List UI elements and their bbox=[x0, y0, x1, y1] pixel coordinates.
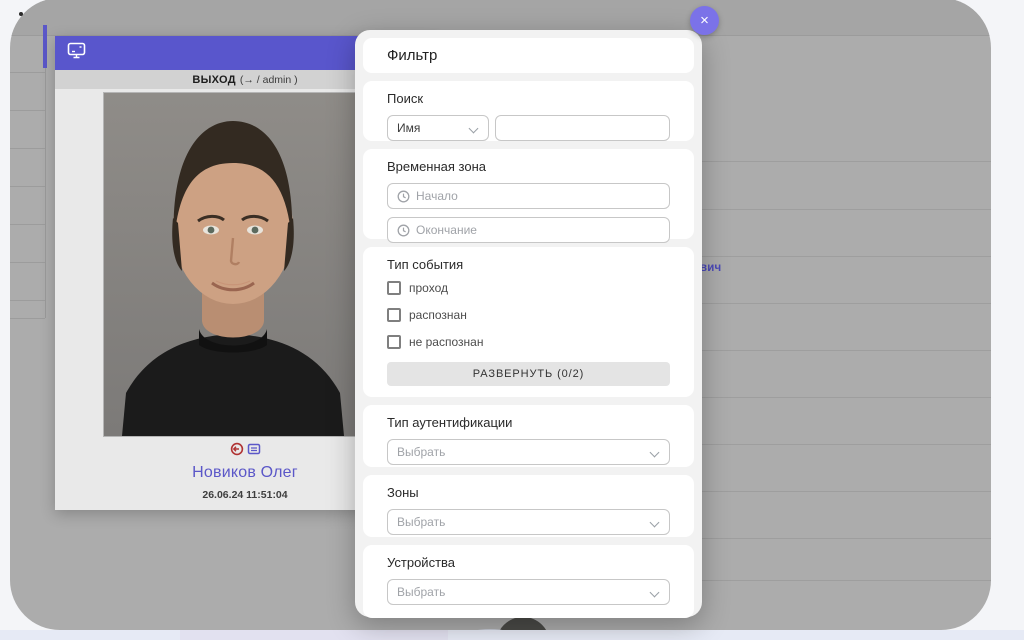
devices-select[interactable]: Выбрать bbox=[387, 579, 670, 605]
table-row-divider bbox=[686, 161, 991, 162]
time-start-input[interactable]: Начало bbox=[387, 183, 670, 209]
event-type-section: Тип события проход распознан не распозна… bbox=[363, 247, 694, 397]
table-row-divider bbox=[686, 256, 991, 257]
close-button[interactable]: × bbox=[690, 6, 719, 35]
table-row-divider bbox=[10, 262, 45, 263]
page-bottom-strip-accent bbox=[180, 630, 448, 640]
table-row-divider bbox=[10, 300, 45, 301]
time-start-placeholder: Начало bbox=[416, 189, 458, 203]
event-type-label: Тип события bbox=[387, 257, 670, 272]
chevron-down-icon bbox=[650, 448, 660, 458]
table-row-divider bbox=[686, 580, 991, 581]
zones-placeholder: Выбрать bbox=[397, 515, 445, 529]
auth-type-section: Тип аутентификации Выбрать bbox=[363, 405, 694, 467]
selected-row-indicator bbox=[43, 25, 47, 68]
table-row-divider bbox=[686, 303, 991, 304]
table-row-divider bbox=[686, 444, 991, 445]
auth-type-select[interactable]: Выбрать bbox=[387, 439, 670, 465]
table-row-divider bbox=[686, 491, 991, 492]
table-row-divider bbox=[10, 224, 45, 225]
table-column-divider bbox=[45, 36, 46, 318]
devices-label: Устройства bbox=[387, 555, 670, 570]
filter-title-card: Фильтр bbox=[363, 38, 694, 73]
table-person-link-clipped[interactable]: вич bbox=[700, 262, 721, 274]
search-field-select[interactable]: Имя bbox=[387, 115, 489, 141]
devices-placeholder: Выбрать bbox=[397, 585, 445, 599]
checkbox-recognized[interactable] bbox=[387, 308, 401, 322]
time-end-input[interactable]: Окончание bbox=[387, 217, 670, 243]
table-row-divider bbox=[686, 209, 991, 210]
table-row-divider bbox=[10, 186, 45, 187]
filter-title: Фильтр bbox=[387, 47, 670, 64]
timezone-label: Временная зона bbox=[387, 159, 670, 174]
search-query-input[interactable] bbox=[495, 115, 670, 141]
page-bottom-strip bbox=[0, 630, 1024, 640]
chevron-down-icon bbox=[469, 124, 479, 134]
cursor-dot bbox=[19, 12, 23, 16]
exit-event-icon[interactable] bbox=[230, 442, 244, 456]
table-avatar bbox=[496, 617, 550, 630]
chevron-down-icon bbox=[650, 588, 660, 598]
zones-select[interactable]: Выбрать bbox=[387, 509, 670, 535]
timezone-section: Временная зона Начало bbox=[363, 149, 694, 239]
event-direction-label: ВЫХОД bbox=[192, 74, 236, 86]
table-row-divider bbox=[10, 318, 45, 319]
auth-type-label: Тип аутентификации bbox=[387, 415, 670, 430]
checkbox-not-recognized[interactable] bbox=[387, 335, 401, 349]
zones-label: Зоны bbox=[387, 485, 670, 500]
clock-icon bbox=[397, 190, 410, 203]
person-photo bbox=[103, 92, 363, 437]
page: вич ВЫХОД (→ / admin ) bbox=[0, 0, 1024, 640]
table-row-divider bbox=[686, 397, 991, 398]
table-row-divider bbox=[10, 148, 45, 149]
time-end-placeholder: Окончание bbox=[416, 223, 477, 237]
search-field-value: Имя bbox=[397, 121, 420, 135]
table-row-divider bbox=[10, 110, 45, 111]
expand-button[interactable]: РАЗВЕРНУТЬ (0/2) bbox=[387, 362, 670, 386]
close-icon: × bbox=[700, 12, 709, 29]
table-row-divider bbox=[686, 538, 991, 539]
devices-section: Устройства Выбрать bbox=[363, 545, 694, 618]
chevron-down-icon bbox=[650, 518, 660, 528]
table-row-divider bbox=[686, 350, 991, 351]
checkbox-not-recognized-label: не распознан bbox=[409, 335, 483, 349]
search-section: Поиск Имя bbox=[363, 81, 694, 141]
checkbox-pass-label: проход bbox=[409, 281, 448, 295]
auth-type-placeholder: Выбрать bbox=[397, 445, 445, 459]
filter-modal: Фильтр Поиск Имя Временная зона bbox=[355, 30, 702, 617]
event-direction-detail: (→ / admin ) bbox=[240, 74, 298, 86]
display-icon bbox=[67, 42, 86, 64]
search-label: Поиск bbox=[387, 91, 670, 106]
checkbox-recognized-label: распознан bbox=[409, 308, 467, 322]
clock-icon bbox=[397, 224, 410, 237]
event-card-icon[interactable] bbox=[247, 442, 261, 456]
table-row-divider bbox=[10, 72, 45, 73]
zones-section: Зоны Выбрать bbox=[363, 475, 694, 537]
checkbox-pass[interactable] bbox=[387, 281, 401, 295]
